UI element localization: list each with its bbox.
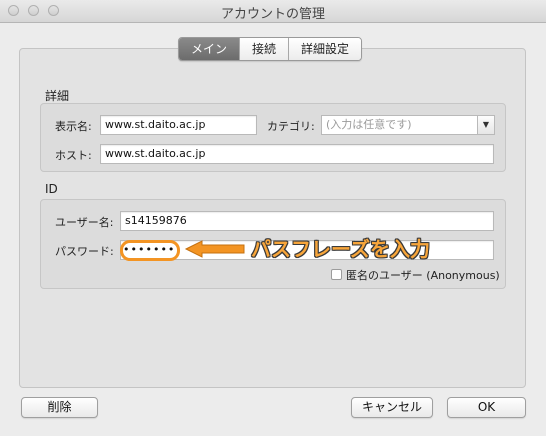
display-name-field[interactable]: www.st.daito.ac.jp [100, 115, 257, 135]
ok-button[interactable]: OK [447, 397, 526, 418]
password-highlight-ring [120, 240, 180, 261]
id-heading: ID [45, 182, 58, 196]
category-label: カテゴリ: [267, 120, 315, 133]
tab-connection[interactable]: 接続 [239, 38, 289, 60]
anonymous-label[interactable]: 匿名のユーザー (Anonymous) [346, 267, 500, 283]
anonymous-checkbox[interactable] [331, 269, 342, 280]
display-name-label: 表示名: [55, 120, 92, 133]
host-label: ホスト: [55, 149, 92, 162]
chevron-down-icon[interactable]: ▼ [477, 116, 494, 134]
category-combobox[interactable]: (入力は任意です) ▼ [321, 115, 495, 135]
tab-bar: メイン 接続 詳細設定 [178, 37, 363, 61]
username-label: ユーザー名: [55, 216, 114, 229]
username-field[interactable]: s14159876 [120, 211, 494, 231]
delete-button[interactable]: 削除 [21, 397, 98, 418]
details-heading: 詳細 [45, 89, 70, 103]
left-arrow-icon [184, 240, 245, 258]
tab-advanced[interactable]: 詳細設定 [288, 38, 362, 60]
annotation-text: パスフレーズを入力 [251, 237, 430, 261]
host-field[interactable]: www.st.daito.ac.jp [100, 144, 494, 164]
window-title: アカウントの管理 [220, 7, 325, 22]
tab-main[interactable]: メイン [179, 38, 240, 60]
cancel-button[interactable]: キャンセル [351, 397, 433, 418]
title-bar: アカウントの管理 [0, 0, 546, 23]
password-label: パスワード: [55, 245, 114, 258]
category-placeholder: (入力は任意です) [326, 118, 412, 131]
